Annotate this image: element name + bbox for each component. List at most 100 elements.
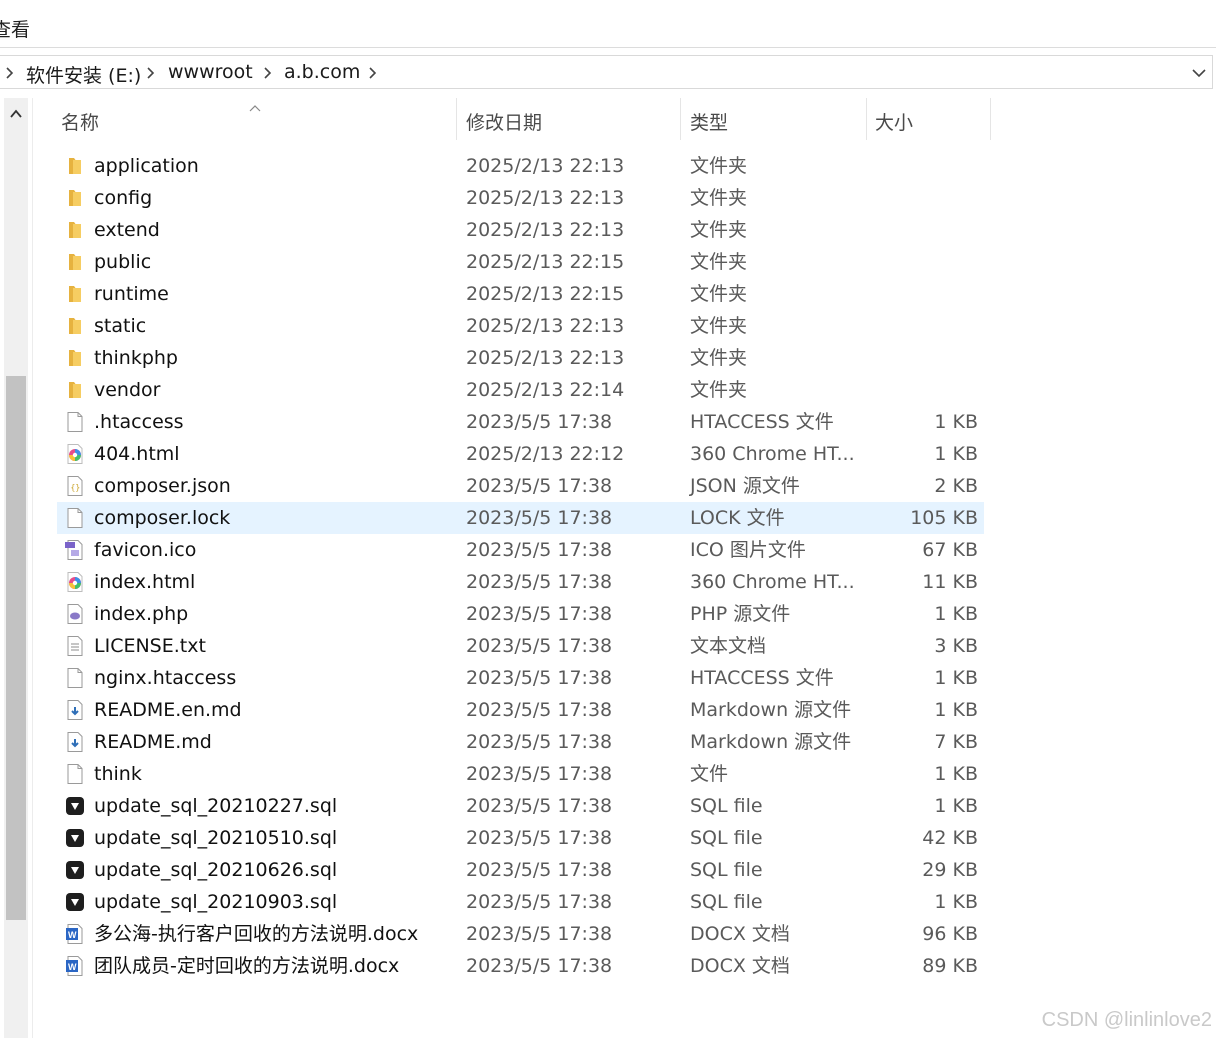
chevron-right-icon[interactable] <box>3 66 17 80</box>
column-name-header[interactable]: 名称 <box>61 108 99 135</box>
file-type: 文本文档 <box>690 635 767 657</box>
file-type: 文件夹 <box>690 315 748 337</box>
file-row[interactable]: .htaccess 2023/5/5 17:38 HTACCESS 文件 1 KB <box>57 406 984 438</box>
file-name: nginx.htaccess <box>94 667 237 689</box>
file-name: vendor <box>94 379 161 401</box>
file-date: 2025/2/13 22:13 <box>466 155 625 177</box>
chevron-right-icon[interactable] <box>144 66 158 80</box>
file-name: index.php <box>94 603 189 625</box>
file-row[interactable]: extend 2025/2/13 22:13 文件夹 <box>57 214 984 246</box>
word-doc-icon: W <box>64 923 86 945</box>
blank-file-icon <box>64 507 86 529</box>
file-row[interactable]: W 团队成员-定时回收的方法说明.docx 2023/5/5 17:38 DOCX 文… <box>57 950 984 982</box>
file-row[interactable]: static 2025/2/13 22:13 文件夹 <box>57 310 984 342</box>
file-row[interactable]: think 2023/5/5 17:38 文件 1 KB <box>57 758 984 790</box>
file-row[interactable]: LICENSE.txt 2023/5/5 17:38 文本文档 3 KB <box>57 630 984 662</box>
file-date: 2025/2/13 22:14 <box>466 379 625 401</box>
file-date: 2025/2/13 22:15 <box>466 251 625 273</box>
file-size: 42 KB <box>922 827 978 849</box>
column-divider[interactable] <box>990 98 991 140</box>
chevron-right-icon[interactable] <box>261 66 275 80</box>
file-name: update_sql_20210903.sql <box>94 891 338 913</box>
file-row[interactable]: runtime 2025/2/13 22:15 文件夹 <box>57 278 984 310</box>
file-name: 团队成员-定时回收的方法说明.docx <box>94 955 400 977</box>
file-row[interactable]: update_sql_20210227.sql 2023/5/5 17:38 SQL… <box>57 790 984 822</box>
file-type: Markdown 源文件 <box>690 731 852 753</box>
sql-file-icon <box>64 859 86 881</box>
file-row[interactable]: index.html 2023/5/5 17:38 360 Chrome HT...… <box>57 566 984 598</box>
pane-divider <box>32 98 33 1038</box>
file-name: think <box>94 763 142 785</box>
file-name: README.en.md <box>94 699 242 721</box>
file-date: 2023/5/5 17:38 <box>466 603 613 625</box>
file-size: 1 KB <box>934 603 978 625</box>
breadcrumb-drive[interactable]: 软件安装 (E:) <box>26 61 141 88</box>
blank-file-icon <box>64 667 86 689</box>
file-row[interactable]: config 2025/2/13 22:13 文件夹 <box>57 182 984 214</box>
file-size: 29 KB <box>922 859 978 881</box>
file-name: LICENSE.txt <box>94 635 206 657</box>
file-type: 文件夹 <box>690 155 748 177</box>
file-row[interactable]: index.php 2023/5/5 17:38 PHP 源文件 1 KB <box>57 598 984 630</box>
file-name: update_sql_20210626.sql <box>94 859 338 881</box>
file-row[interactable]: README.en.md 2023/5/5 17:38 Markdown 源文件 1 … <box>57 694 984 726</box>
file-date: 2023/5/5 17:38 <box>466 667 613 689</box>
file-row[interactable]: 404.html 2025/2/13 22:12 360 Chrome HT... 1… <box>57 438 984 470</box>
file-date: 2025/2/13 22:13 <box>466 347 625 369</box>
file-date: 2023/5/5 17:38 <box>466 891 613 913</box>
column-type-header[interactable]: 类型 <box>690 108 728 135</box>
file-type: DOCX 文档 <box>690 955 790 977</box>
file-size: 67 KB <box>922 539 978 561</box>
file-row[interactable]: update_sql_20210903.sql 2023/5/5 17:38 SQL… <box>57 886 984 918</box>
column-size-header[interactable]: 大小 <box>875 108 913 135</box>
file-date: 2025/2/13 22:12 <box>466 443 625 465</box>
file-type: ICO 图片文件 <box>690 539 806 561</box>
file-size: 1 KB <box>934 667 978 689</box>
file-row[interactable]: thinkphp 2025/2/13 22:13 文件夹 <box>57 342 984 374</box>
file-date: 2025/2/13 22:13 <box>466 219 625 241</box>
chevron-down-icon[interactable] <box>1190 64 1208 82</box>
chevron-right-icon[interactable] <box>366 66 380 80</box>
folder-icon <box>64 379 86 401</box>
file-row[interactable]: README.md 2023/5/5 17:38 Markdown 源文件 7 KB <box>57 726 984 758</box>
file-name: README.md <box>94 731 212 753</box>
file-row[interactable]: application 2025/2/13 22:13 文件夹 <box>57 150 984 182</box>
file-name: static <box>94 315 147 337</box>
column-divider[interactable] <box>866 98 867 140</box>
file-row[interactable]: update_sql_20210510.sql 2023/5/5 17:38 SQL… <box>57 822 984 854</box>
scrollbar-thumb[interactable] <box>6 376 26 920</box>
view-menu[interactable]: 查看 <box>0 15 30 42</box>
breadcrumb-current[interactable]: a.b.com <box>284 61 360 83</box>
file-size: 7 KB <box>934 731 978 753</box>
address-bar[interactable]: 软件安装 (E:) wwwroot a.b.com <box>0 55 1213 89</box>
file-row[interactable]: update_sql_20210626.sql 2023/5/5 17:38 SQL… <box>57 854 984 886</box>
watermark: CSDN @linlinlove2 <box>1041 1009 1212 1031</box>
file-size: 1 KB <box>934 411 978 433</box>
file-date: 2023/5/5 17:38 <box>466 731 613 753</box>
file-type: PHP 源文件 <box>690 603 791 625</box>
browser-html-icon <box>64 443 86 465</box>
file-row[interactable]: composer.lock 2023/5/5 17:38 LOCK 文件 105 KB <box>57 502 984 534</box>
file-row[interactable]: W 多公海-执行客户回收的方法说明.docx 2023/5/5 17:38 DOCX … <box>57 918 984 950</box>
file-row[interactable]: favicon.ico 2023/5/5 17:38 ICO 图片文件 67 KB <box>57 534 984 566</box>
file-date: 2025/2/13 22:15 <box>466 283 625 305</box>
column-divider[interactable] <box>456 98 457 140</box>
vertical-scrollbar[interactable] <box>4 98 28 1038</box>
file-size: 1 KB <box>934 795 978 817</box>
file-row[interactable]: {} composer.json 2023/5/5 17:38 JSON 源文件 2 K… <box>57 470 984 502</box>
file-name: config <box>94 187 153 209</box>
file-row[interactable]: public 2025/2/13 22:15 文件夹 <box>57 246 984 278</box>
column-date-header[interactable]: 修改日期 <box>466 108 542 135</box>
file-type: Markdown 源文件 <box>690 699 852 721</box>
file-row[interactable]: nginx.htaccess 2023/5/5 17:38 HTACCESS 文件 1… <box>57 662 984 694</box>
sql-file-icon <box>64 795 86 817</box>
column-divider[interactable] <box>680 98 681 140</box>
svg-text:{}: {} <box>71 483 81 492</box>
file-date: 2023/5/5 17:38 <box>466 955 613 977</box>
file-row[interactable]: vendor 2025/2/13 22:14 文件夹 <box>57 374 984 406</box>
svg-text:W: W <box>68 930 77 940</box>
folder-icon <box>64 155 86 177</box>
breadcrumb-wwwroot[interactable]: wwwroot <box>168 61 253 83</box>
file-name: thinkphp <box>94 347 178 369</box>
sql-file-icon <box>64 827 86 849</box>
